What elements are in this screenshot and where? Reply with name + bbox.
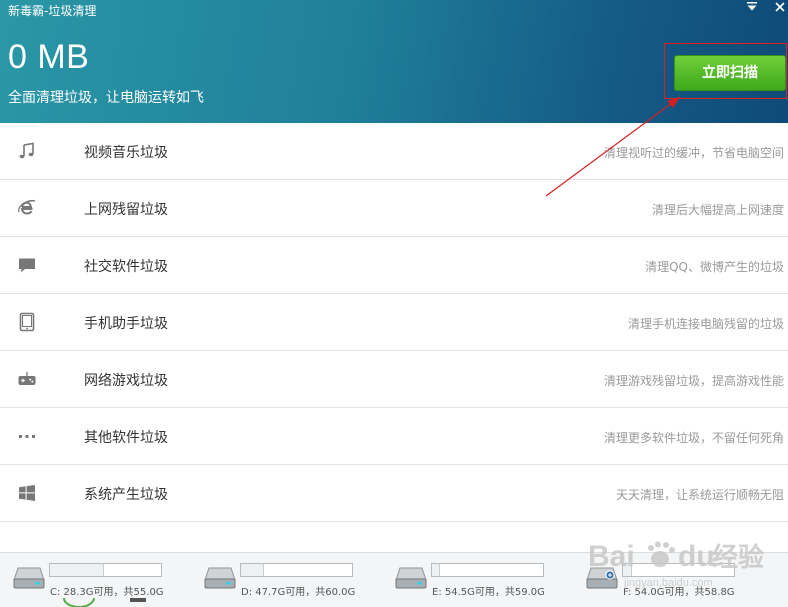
hard-drive-icon (395, 567, 427, 589)
category-label: 其他软件垃圾 (84, 430, 168, 446)
internet-explorer-icon (18, 200, 36, 215)
drive-usage-bar (622, 563, 735, 577)
category-row-video-music[interactable]: 视频音乐垃圾 清理视听过的缓冲，节省电脑空间 (0, 123, 788, 180)
drive-usage-fill (623, 564, 633, 576)
hard-drive-icon (13, 567, 45, 589)
category-description: 清理游戏残留垃圾，提高游戏性能 (603, 374, 784, 388)
category-label: 上网残留垃圾 (84, 202, 168, 218)
music-note-icon (19, 142, 34, 159)
drive-usage-bar (431, 563, 544, 577)
hard-drive-icon (204, 567, 236, 589)
gamepad-icon (18, 372, 36, 385)
category-description: 清理视听过的缓冲，节省电脑空间 (603, 146, 784, 160)
header-tagline: 全面清理垃圾，让电脑运转如飞 (8, 90, 204, 106)
drive-space-text: D: 47.7G可用，共60.0G (241, 587, 356, 598)
category-row-internet[interactable]: 上网残留垃圾 清理后大幅提高上网速度 (0, 180, 788, 237)
category-label: 系统产生垃圾 (84, 487, 168, 503)
category-row-other-software[interactable]: 其他软件垃圾 清理更多软件垃圾，不留任何死角 (0, 408, 788, 465)
more-dots-icon (19, 435, 35, 438)
drive-space-text: C: 28.3G可用，共55.0G (50, 587, 164, 598)
category-row-social[interactable]: 社交软件垃圾 清理QQ、微博产生的垃圾 (0, 237, 788, 294)
category-description: 清理后大幅提高上网速度 (651, 203, 784, 217)
tablet-icon (19, 312, 35, 332)
category-description: 天天清理，让系统运行顺畅无阻 (615, 488, 784, 502)
category-label: 手机助手垃圾 (84, 316, 168, 332)
drive-space-text: E: 54.5G可用，共59.0G (432, 587, 545, 598)
drive-usage-bar (49, 563, 162, 577)
dropdown-triangle-icon[interactable] (742, 0, 762, 20)
category-description: 清理更多软件垃圾，不留任何死角 (603, 431, 784, 445)
drive-usage-fill (241, 564, 264, 576)
drive-space-text: F: 54.0G可用，共58.8G (623, 587, 735, 598)
windows-logo-icon (19, 485, 35, 501)
close-icon[interactable] (770, 0, 788, 20)
category-row-system[interactable]: 系统产生垃圾 天天清理，让系统运行顺畅无阻 (0, 465, 788, 522)
category-row-phone[interactable]: 手机助手垃圾 清理手机连接电脑残留的垃圾 (0, 294, 788, 351)
header-banner: 新毒霸-垃圾清理 0 MB 全面清理垃圾，让电脑运转如飞 (0, 0, 788, 123)
drive-usage-bar (240, 563, 353, 577)
window-title: 新毒霸-垃圾清理 (8, 4, 97, 18)
drive-status-bar: C: 28.3G可用，共55.0G D: 47.7G可用，共60.0G E: 5… (0, 552, 788, 607)
junk-category-list: 视频音乐垃圾 清理视听过的缓冲，节省电脑空间 上网残留垃圾 清理后大幅提高上网速… (0, 123, 788, 522)
drive-usage-fill (432, 564, 441, 576)
scan-now-button[interactable]: 立即扫描 (674, 55, 786, 91)
drive-usage-fill (50, 564, 104, 576)
category-description: 清理QQ、微博产生的垃圾 (645, 260, 784, 274)
category-row-games[interactable]: 网络游戏垃圾 清理游戏残留垃圾，提高游戏性能 (0, 351, 788, 408)
removable-drive-icon (586, 567, 618, 589)
junk-size-readout: 0 MB (8, 38, 90, 76)
category-label: 社交软件垃圾 (84, 259, 168, 275)
category-label: 网络游戏垃圾 (84, 373, 168, 389)
category-label: 视频音乐垃圾 (84, 145, 168, 161)
chat-bubble-icon (19, 258, 35, 273)
category-description: 清理手机连接电脑残留的垃圾 (627, 317, 784, 331)
